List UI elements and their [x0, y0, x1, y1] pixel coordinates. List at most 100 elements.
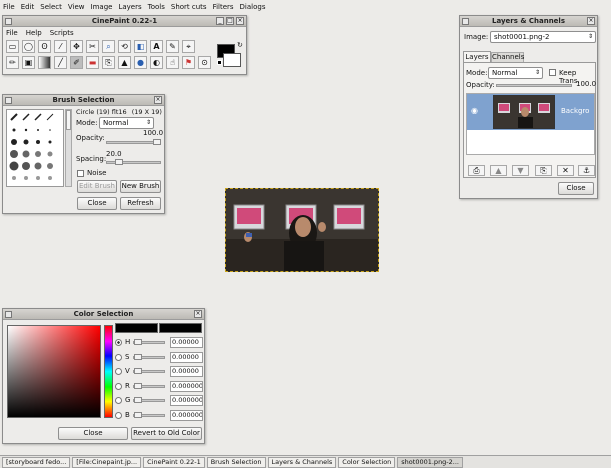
toolbox-titlebar[interactable]: CinePaint 0.22-1 _ □ ×	[3, 16, 246, 27]
revert-color-button[interactable]: Revert to Old Color	[131, 427, 202, 440]
airbrush-icon[interactable]: ✐	[70, 56, 83, 69]
layer-mode-select[interactable]: Normal ⇕	[488, 67, 543, 79]
color-close-button[interactable]: Close	[58, 427, 128, 440]
color-picker-icon[interactable]: ✎	[166, 40, 179, 53]
channel-radio-r[interactable]	[115, 382, 122, 390]
channel-slider-knob[interactable]	[134, 411, 142, 418]
brush-spacing-slider[interactable]	[106, 161, 161, 164]
channel-slider-knob[interactable]	[134, 382, 142, 389]
brush-close-button[interactable]: Close	[77, 197, 117, 210]
channel-radio-s[interactable]	[115, 353, 122, 361]
brush-mode-select[interactable]: Normal ⇕	[99, 117, 154, 129]
menu-filters[interactable]: Filters	[210, 3, 237, 11]
tab-channels[interactable]: Channels	[491, 52, 524, 62]
menu-select[interactable]: Select	[37, 3, 65, 11]
close-icon[interactable]: ×	[587, 17, 595, 25]
dodge-icon[interactable]: ◐	[150, 56, 163, 69]
channel-radio-h[interactable]	[115, 339, 122, 346]
channel-radio-v[interactable]	[115, 368, 122, 375]
taskbar-item[interactable]: Layers & Channels	[267, 456, 337, 468]
keep-trans-checkbox[interactable]	[549, 69, 556, 76]
lasso-icon[interactable]: ʘ	[38, 40, 51, 53]
color-swatches[interactable]: ↻	[217, 41, 245, 70]
brush-grid[interactable]	[6, 109, 64, 187]
minimize-icon[interactable]: _	[216, 17, 224, 25]
close-icon[interactable]: ×	[194, 310, 202, 318]
swap-colors-icon[interactable]: ↻	[237, 41, 243, 49]
eye-icon[interactable]: ◉	[471, 106, 478, 115]
lower-layer-icon[interactable]: ▼	[512, 165, 529, 176]
reset-colors-icon[interactable]	[217, 60, 222, 65]
raise-layer-icon[interactable]: ▲	[490, 165, 507, 176]
maximize-icon[interactable]: □	[226, 17, 234, 25]
eraser-icon[interactable]: ▬	[86, 56, 99, 69]
channel-slider-knob[interactable]	[134, 353, 142, 360]
menu-tools[interactable]: Tools	[145, 3, 168, 11]
brush-opacity-knob[interactable]	[153, 139, 161, 145]
toolbox-menu-scripts[interactable]: Scripts	[50, 29, 74, 37]
layers-close-button[interactable]: Close	[558, 182, 594, 195]
rect-select-icon[interactable]: ▭	[6, 40, 19, 53]
taskbar-item[interactable]: shot0001.png-2...	[397, 456, 463, 468]
magic-wand-icon[interactable]: ⁄	[54, 40, 67, 53]
color-titlebar[interactable]: Color Selection ×	[3, 309, 204, 320]
flip-icon[interactable]: ◧	[134, 40, 147, 53]
new-layer-icon[interactable]: ⎙	[468, 165, 485, 176]
text-icon[interactable]: A	[150, 40, 163, 53]
crop-icon[interactable]: ✂	[86, 40, 99, 53]
layer-opacity-slider[interactable]	[496, 84, 572, 87]
channel-value-input[interactable]: 0.000000	[170, 380, 203, 392]
layers-titlebar[interactable]: Layers & Channels ×	[460, 16, 597, 27]
zoom-icon[interactable]: ⌕	[102, 40, 115, 53]
window-menu-icon[interactable]	[462, 18, 469, 25]
channel-radio-b[interactable]	[115, 411, 122, 419]
menu-view[interactable]: View	[65, 3, 88, 11]
brush-refresh-button[interactable]: Refresh	[120, 197, 161, 210]
brush-grid-scrollbar[interactable]	[65, 109, 72, 187]
convolve-icon[interactable]: ▲	[118, 56, 131, 69]
taskbar-item[interactable]: [storyboard fedo...	[2, 456, 71, 468]
brush-preview-grid[interactable]	[7, 110, 64, 187]
spot-icon[interactable]: ⊙	[198, 56, 211, 69]
taskbar-item[interactable]: CinePaint 0.22-1	[143, 456, 205, 468]
menu-image[interactable]: Image	[88, 3, 116, 11]
toolbox-menu-help[interactable]: Help	[26, 29, 42, 37]
menu-layers[interactable]: Layers	[115, 3, 144, 11]
toolbox-menu-file[interactable]: File	[6, 29, 18, 37]
new-brush-button[interactable]: New Brush	[120, 180, 161, 193]
channel-slider-knob[interactable]	[134, 339, 142, 345]
edit-brush-button[interactable]: Edit Brush	[77, 180, 117, 193]
menu-file[interactable]: File	[0, 3, 18, 11]
channel-value-input[interactable]: 0.00000	[170, 366, 203, 377]
layer-row-background[interactable]: ◉ Backgro	[467, 94, 594, 130]
smudge-icon[interactable]: ☝	[166, 56, 179, 69]
channel-value-input[interactable]: 0.00000	[170, 351, 203, 363]
window-menu-icon[interactable]	[5, 311, 12, 318]
ink-icon[interactable]: ●	[134, 56, 147, 69]
close-icon[interactable]: ×	[154, 96, 162, 104]
bucket-fill-icon[interactable]: ▣	[22, 56, 35, 69]
channel-value-input[interactable]: 0.000000	[170, 395, 203, 406]
noise-checkbox[interactable]	[77, 170, 84, 177]
menu-edit[interactable]: Edit	[18, 3, 38, 11]
hue-strip[interactable]	[104, 325, 113, 418]
saturation-value-picker[interactable]	[7, 325, 101, 418]
clone-icon[interactable]: ⎘	[102, 56, 115, 69]
brush-spacing-knob[interactable]	[115, 159, 124, 165]
menu-shortcuts[interactable]: Short cuts	[168, 3, 210, 11]
channel-value-input[interactable]: 0.00000	[170, 337, 203, 348]
menu-dialogs[interactable]: Dialogs	[237, 3, 269, 11]
window-menu-icon[interactable]	[5, 18, 12, 25]
paintbrush-icon[interactable]: ╱	[54, 56, 67, 69]
brush-titlebar[interactable]: Brush Selection ×	[3, 95, 164, 106]
measure-icon[interactable]: ⌖	[182, 40, 195, 53]
delete-layer-icon[interactable]: ✕	[557, 165, 574, 176]
image-canvas[interactable]	[225, 188, 379, 272]
clone-stamp-icon[interactable]: ⚑	[182, 56, 195, 69]
tab-layers[interactable]: Layers	[463, 51, 491, 62]
transform-icon[interactable]: ⟲	[118, 40, 131, 53]
background-color-swatch[interactable]	[223, 53, 241, 67]
taskbar-item[interactable]: [File:Cinepaint.jp...	[72, 456, 142, 468]
anchor-layer-icon[interactable]: ⚓	[578, 165, 595, 176]
window-menu-icon[interactable]	[5, 97, 12, 104]
